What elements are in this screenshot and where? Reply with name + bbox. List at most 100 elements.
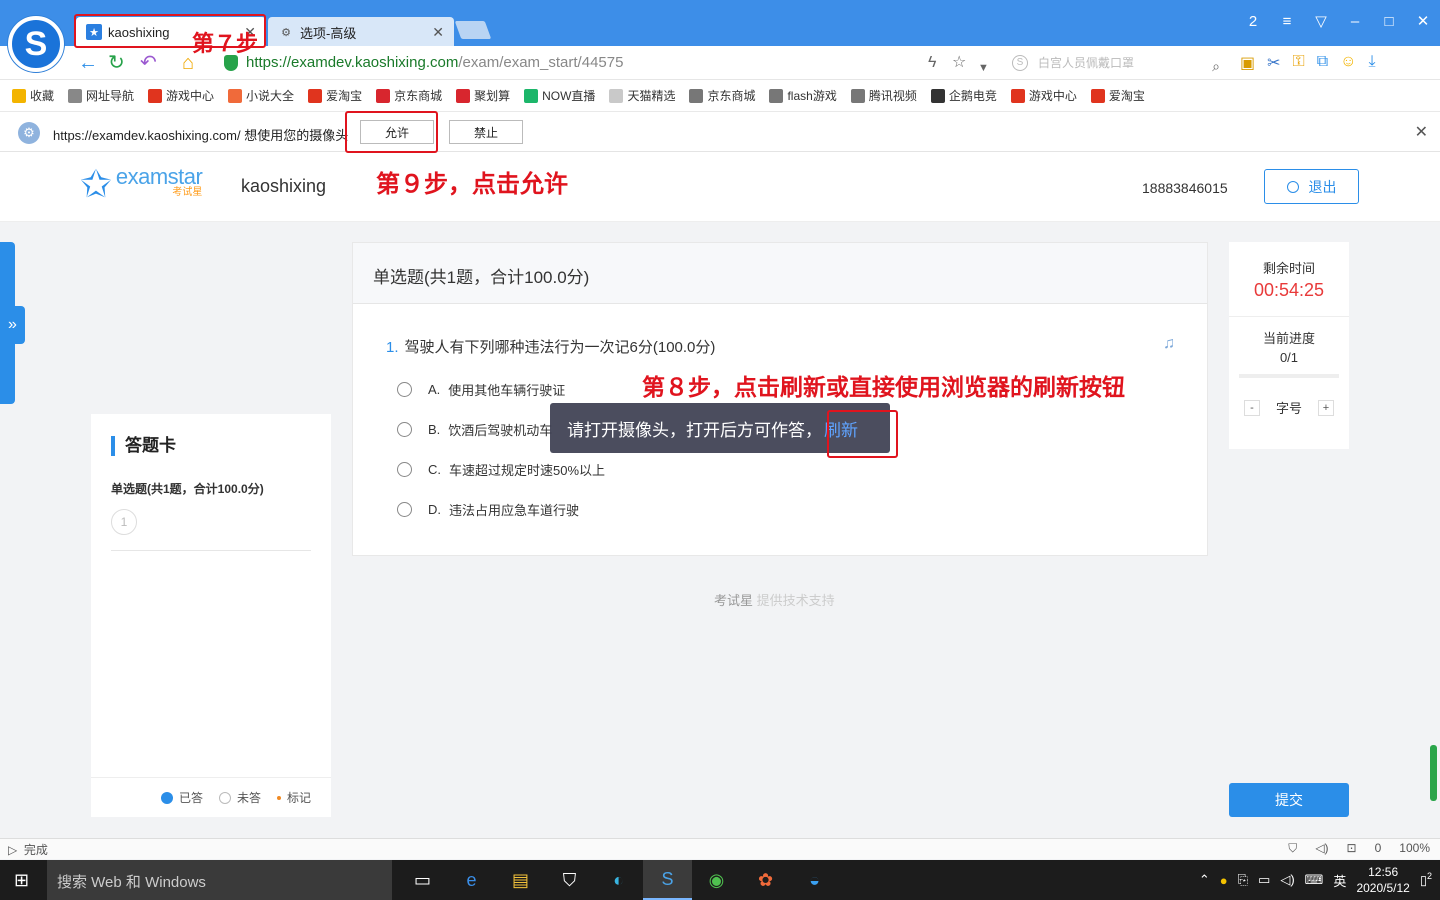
key-icon[interactable]: ⚿ bbox=[1293, 53, 1305, 73]
radio-icon[interactable] bbox=[397, 422, 412, 437]
divider bbox=[111, 550, 311, 551]
bookmark-item[interactable]: 网址导航 bbox=[68, 87, 134, 104]
color-app-icon[interactable]: ✿ bbox=[741, 860, 790, 900]
radio-icon[interactable] bbox=[397, 462, 412, 477]
sidebar-toggle[interactable]: » bbox=[0, 242, 25, 404]
bookmark-item[interactable]: 收藏 bbox=[12, 87, 54, 104]
back-arrow-icon[interactable]: ← bbox=[78, 52, 98, 74]
undo-icon[interactable]: ↶ bbox=[140, 52, 157, 74]
menu-icon[interactable]: ≡ bbox=[1270, 6, 1304, 36]
tab-options-advanced[interactable]: ⚙ 选项-高级 ✕ bbox=[268, 17, 454, 47]
divider bbox=[1229, 316, 1349, 317]
shield-icon[interactable]: ⛉ bbox=[1288, 841, 1297, 856]
task-view-icon[interactable]: ▭ bbox=[398, 860, 447, 900]
edge-icon[interactable]: ◐ bbox=[594, 860, 643, 900]
edge-legacy-icon[interactable]: e bbox=[447, 860, 496, 900]
examstar-logo[interactable]: ✩ examstar 考试星 bbox=[80, 164, 203, 206]
bookmark-item[interactable]: 小说大全 bbox=[228, 87, 294, 104]
option-d[interactable]: D. 违法占用应急车道行驶 bbox=[397, 500, 579, 519]
bookmark-item[interactable]: 游戏中心 bbox=[1010, 87, 1077, 104]
bookmark-item[interactable]: 京东商城 bbox=[689, 87, 755, 104]
adblock-counter[interactable]: 0 bbox=[1375, 841, 1382, 856]
close-tab-icon[interactable]: ✕ bbox=[432, 24, 444, 41]
tab-count-icon[interactable]: 2 bbox=[1236, 6, 1270, 36]
deny-camera-button[interactable]: 禁止 bbox=[449, 120, 523, 144]
emoji-icon[interactable]: ☺ bbox=[1340, 53, 1356, 73]
logout-button[interactable]: 退出 bbox=[1264, 169, 1359, 204]
bookmark-label: 天猫精选 bbox=[627, 89, 676, 103]
speaker-icon[interactable]: ◁) bbox=[1315, 841, 1328, 856]
option-c[interactable]: C. 车速超过规定时速50%以上 bbox=[397, 460, 605, 479]
chevron-up-icon[interactable]: ⌃ bbox=[1199, 872, 1210, 888]
radio-icon[interactable] bbox=[397, 502, 412, 517]
bookmark-item[interactable]: 京东商城 bbox=[376, 87, 442, 104]
store-icon[interactable]: ⛉ bbox=[545, 860, 594, 900]
chevron-down-icon[interactable]: ▼ bbox=[978, 57, 989, 79]
bookmark-item[interactable]: 聚划算 bbox=[456, 87, 510, 104]
option-a[interactable]: A. 使用其他车辆行驶证 bbox=[397, 380, 565, 399]
network-icon[interactable]: ⎘ bbox=[1238, 872, 1248, 888]
bookmark-item[interactable]: 天猫精选 bbox=[609, 87, 675, 104]
question-number-button[interactable]: 1 bbox=[111, 509, 137, 535]
bookmark-item[interactable]: 企鹅电竞 bbox=[930, 87, 997, 104]
scrollbar[interactable] bbox=[1430, 745, 1437, 801]
volume-icon[interactable]: ◁) bbox=[1280, 872, 1294, 888]
windows-start-icon[interactable]: ⊞ bbox=[14, 870, 29, 891]
footer-support: 提供技术支持 bbox=[756, 593, 835, 608]
option-b[interactable]: B. 饮酒后驾驶机动车 bbox=[397, 420, 552, 439]
sidebar-toggle-icon[interactable]: ▷ bbox=[8, 843, 17, 857]
bookmark-item[interactable]: flash游戏 bbox=[769, 87, 837, 104]
submit-button[interactable]: 提交 bbox=[1229, 783, 1349, 817]
favorite-star-icon[interactable]: ☆ bbox=[952, 52, 966, 74]
star-logo-icon: ✩ bbox=[80, 164, 112, 206]
ime-icon[interactable]: ⌨ bbox=[1305, 872, 1324, 888]
bookmark-label: 腾讯视频 bbox=[868, 89, 917, 103]
font-increase-button[interactable]: + bbox=[1318, 399, 1334, 416]
translate-icon[interactable]: ⧉ bbox=[1317, 53, 1328, 73]
refresh-link[interactable]: 刷新 bbox=[824, 416, 858, 441]
lock-icon[interactable]: ⊡ bbox=[1347, 841, 1357, 856]
new-tab-button[interactable] bbox=[454, 21, 492, 39]
timer-panel: 剩余时间 00:54:25 当前进度 0/1 - 字号 + bbox=[1229, 242, 1349, 449]
file-explorer-icon[interactable]: ▤ bbox=[496, 860, 545, 900]
bookmark-item[interactable]: 腾讯视频 bbox=[850, 87, 917, 104]
maximize-button[interactable]: □ bbox=[1372, 6, 1406, 36]
clock[interactable]: 12:56 2020/5/12 bbox=[1356, 864, 1409, 896]
option-letter: D. bbox=[428, 502, 441, 517]
search-input[interactable]: S 白宫人员佩戴口罩 ⌕ bbox=[1006, 52, 1224, 74]
minimize-button[interactable]: – bbox=[1338, 6, 1372, 36]
search-icon[interactable]: ⌕ bbox=[1212, 55, 1220, 77]
bookmark-item[interactable]: 游戏中心 bbox=[148, 87, 214, 104]
bookmark-item[interactable]: NOW直播 bbox=[524, 87, 595, 104]
tray-app-icon[interactable]: ● bbox=[1220, 873, 1228, 888]
url-field[interactable]: https://examdev.kaoshixing.com/exam/exam… bbox=[246, 54, 623, 71]
extension-icon[interactable]: ▣ bbox=[1240, 53, 1255, 73]
qq-browser-icon[interactable]: ◒ bbox=[790, 860, 839, 900]
mark-flag-icon[interactable]: ♫ bbox=[1163, 335, 1175, 353]
progress-label: 当前进度 bbox=[1262, 331, 1315, 346]
green-app-icon[interactable]: ◉ bbox=[692, 860, 741, 900]
language-indicator[interactable]: 英 bbox=[1333, 871, 1346, 890]
close-icon[interactable]: ✕ bbox=[1415, 122, 1428, 142]
radio-icon[interactable] bbox=[397, 382, 412, 397]
footer-credit: 考试星 提供技术支持 bbox=[714, 590, 835, 609]
sogou-browser-icon[interactable]: S bbox=[643, 860, 692, 900]
download-icon[interactable]: ⤓ bbox=[1369, 53, 1376, 73]
marked-dot-icon bbox=[276, 795, 281, 800]
settings-gear-icon: ⚙ bbox=[18, 122, 40, 144]
zoom-level[interactable]: 100% bbox=[1399, 841, 1430, 856]
skin-icon[interactable]: ▽ bbox=[1304, 6, 1338, 36]
lightning-icon[interactable]: ϟ bbox=[928, 52, 936, 74]
taskbar-search-input[interactable]: 搜索 Web 和 Windows bbox=[47, 860, 392, 900]
double-chevron-right-icon[interactable]: » bbox=[0, 306, 25, 344]
bookmark-item[interactable]: 爱淘宝 bbox=[308, 87, 362, 104]
display-icon[interactable]: ▭ bbox=[1258, 872, 1270, 888]
allow-camera-button[interactable]: 允许 bbox=[360, 120, 434, 144]
notification-icon[interactable]: ▯2 bbox=[1420, 871, 1432, 888]
bookmark-item[interactable]: 爱淘宝 bbox=[1090, 87, 1145, 104]
bookmark-label: 小说大全 bbox=[246, 89, 295, 103]
reload-icon[interactable]: ↻ bbox=[108, 52, 125, 74]
font-decrease-button[interactable]: - bbox=[1243, 399, 1260, 416]
scissors-icon[interactable]: ✂ bbox=[1267, 53, 1280, 73]
close-window-button[interactable]: ✕ bbox=[1406, 6, 1440, 36]
